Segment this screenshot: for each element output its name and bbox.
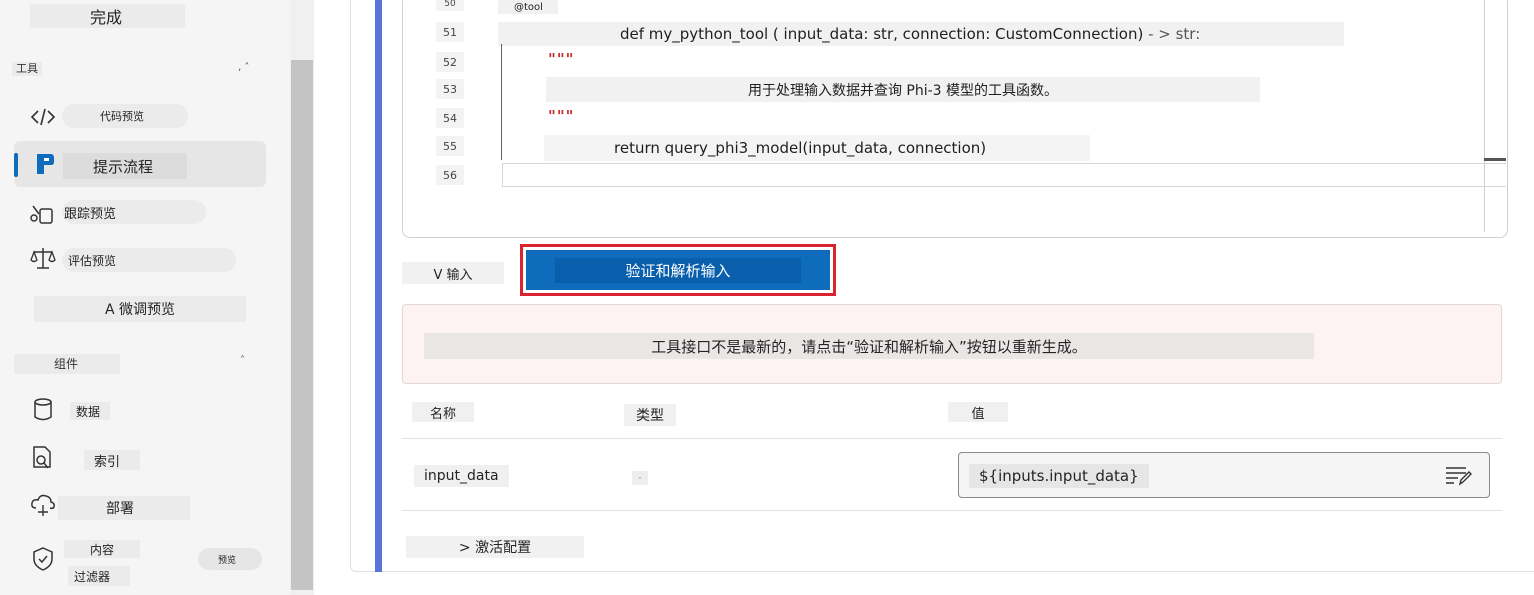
sidebar-item-deployments[interactable]: 部署 <box>14 484 266 530</box>
table-header-divider <box>402 438 1502 439</box>
column-header-name: 名称 <box>412 402 474 422</box>
code-line-text: def my_python_tool ( input_data: str, co… <box>620 25 1144 43</box>
sidebar-item-label: 跟踪预览 <box>62 200 206 224</box>
input-value-text: ${inputs.input_data} <box>969 464 1149 488</box>
sidebar-item-data[interactable]: 数据 <box>14 388 266 434</box>
column-header-value: 值 <box>948 402 1008 422</box>
current-line-highlight[interactable] <box>502 163 1506 187</box>
sidebar-item-code[interactable]: 代码预览 <box>14 94 266 140</box>
scale-icon <box>30 248 56 269</box>
indent-guide <box>501 44 502 160</box>
input-name-cell: input_data <box>414 465 509 487</box>
edit-icon[interactable] <box>1444 464 1472 486</box>
code-line: @tool <box>498 0 558 14</box>
sidebar-item-fine-tune[interactable]: A 微调预览 <box>14 286 266 332</box>
database-icon <box>34 398 52 421</box>
tools-collapse-chevron-icon[interactable]: ‚ ˄ <box>238 62 249 73</box>
sidebar-item-label: 索引 <box>84 450 140 470</box>
sidebar-item-label: 评估预览 <box>62 248 236 272</box>
prompt-flow-icon <box>37 154 54 174</box>
sidebar: 完成 工具 ‚ ˄ 代码预览 提示流程 跟踪预览 评估预览 A 微调预览 组件 … <box>0 0 290 595</box>
validate-button-label: 验证和解析输入 <box>555 257 801 283</box>
validate-and-parse-input-button[interactable]: 验证和解析输入 <box>526 250 830 290</box>
docstring-open: """ <box>548 50 575 68</box>
active-indicator <box>14 153 18 177</box>
index-search-icon <box>33 446 51 469</box>
sidebar-scrollbar-thumb[interactable] <box>291 60 313 590</box>
line-number: 54 <box>436 108 464 128</box>
code-line: return query_phi3_model(input_data, conn… <box>544 135 1090 161</box>
column-header-type: 类型 <box>624 404 676 426</box>
line-number: 51 <box>436 22 464 42</box>
sidebar-item-label: A 微调预览 <box>34 296 246 322</box>
cloud-deploy-icon <box>31 494 55 516</box>
node-accent-bar <box>375 0 382 572</box>
code-line: def my_python_tool ( input_data: str, co… <box>498 22 1344 46</box>
line-number: 55 <box>436 136 464 156</box>
sidebar-item-evaluation[interactable]: 评估预览 <box>14 238 266 284</box>
shield-icon <box>33 547 53 571</box>
components-section-header: 组件 <box>14 354 120 374</box>
sidebar-item-tracing[interactable]: 跟踪预览 <box>14 190 266 236</box>
line-number: 56 <box>436 165 464 185</box>
line-number: 52 <box>436 52 464 72</box>
line-number: 50 <box>436 0 464 11</box>
components-collapse-chevron-icon[interactable]: ˄ <box>240 355 245 366</box>
inputs-section-toggle[interactable]: V 输入 <box>402 262 504 284</box>
app-root: 完成 工具 ‚ ˄ 代码预览 提示流程 跟踪预览 评估预览 A 微调预览 组件 … <box>0 0 1534 595</box>
sidebar-item-content-filters[interactable]: 内容 过滤器 预览 <box>14 536 266 586</box>
preview-badge: 预览 <box>198 548 262 570</box>
code-icon <box>30 108 56 126</box>
activate-config-toggle[interactable]: > 激活配置 <box>406 536 584 558</box>
tools-section-header: 工具 <box>12 62 42 76</box>
sidebar-item-label: 部署 <box>58 496 190 520</box>
sidebar-item-prompt-flow[interactable]: 提示流程 <box>14 141 266 187</box>
editor-scrollbar[interactable] <box>1484 0 1485 232</box>
done-button[interactable]: 完成 <box>30 4 185 28</box>
sidebar-item-index[interactable]: 索引 <box>14 436 266 482</box>
scrollbar-position-marker <box>1484 158 1506 161</box>
input-type-cell: - <box>632 471 648 485</box>
sidebar-item-label: 代码预览 <box>62 104 188 128</box>
sidebar-item-label-line2: 过滤器 <box>68 566 130 586</box>
sidebar-item-label: 数据 <box>70 402 110 420</box>
sidebar-item-label: 提示流程 <box>63 153 187 179</box>
line-number: 53 <box>436 79 464 99</box>
code-line-suffix: - > str: <box>1143 25 1201 43</box>
sidebar-item-label: 内容 <box>64 540 140 558</box>
code-line: 用于处理输入数据并查询 Phi-3 模型的工具函数。 <box>546 77 1260 102</box>
warning-message-text: 工具接口不是最新的，请点击“验证和解析输入”按钮以重新生成。 <box>424 333 1314 359</box>
docstring-close: """ <box>548 107 575 125</box>
table-row-divider <box>402 510 1502 511</box>
tracing-icon <box>30 205 53 224</box>
